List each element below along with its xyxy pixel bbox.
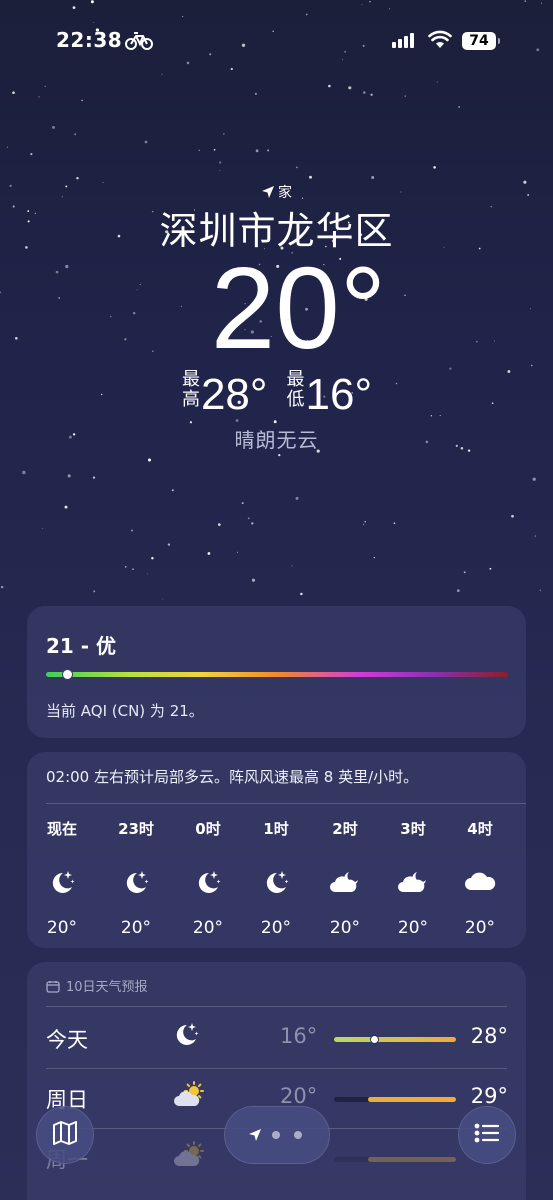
hour-item: 现在 20° xyxy=(28,818,96,938)
temperature-range-fill xyxy=(368,1097,456,1102)
air-quality-card[interactable]: 21 - 优 当前 AQI (CN) 为 21。 xyxy=(27,606,526,738)
location-arrow-icon xyxy=(248,1127,262,1146)
hour-label: 现在 xyxy=(46,820,77,838)
hour-label: 4时 xyxy=(467,820,493,838)
daily-forecast-title: 10日天气预报 xyxy=(66,980,148,995)
hour-item: 23时 20° xyxy=(102,818,170,938)
map-button[interactable] xyxy=(36,1106,94,1164)
day-high-temperature: 29° xyxy=(470,1084,508,1108)
hour-temperature: 20° xyxy=(192,918,224,938)
hour-temperature: 20° xyxy=(46,918,78,938)
hour-item: 2时 20° xyxy=(311,818,379,938)
low-temperature: 16° xyxy=(305,370,373,419)
hour-temperature: 20° xyxy=(464,918,496,938)
daily-forecast-header: 10日天气预报 xyxy=(46,976,148,997)
hour-temperature: 20° xyxy=(329,918,361,938)
list-icon xyxy=(473,1121,501,1149)
wifi-icon xyxy=(428,30,452,54)
divider xyxy=(46,1006,507,1007)
page-control[interactable] xyxy=(224,1106,330,1164)
temperature-range-fill xyxy=(334,1037,456,1042)
cloud-icon xyxy=(446,868,514,900)
hour-label: 3时 xyxy=(400,820,426,838)
daily-row[interactable]: 今天 16° 28° xyxy=(46,1018,508,1058)
cloud-sun-icon xyxy=(172,1140,208,1174)
cloud-moon-icon xyxy=(379,868,447,900)
hour-item: 4时 20° xyxy=(446,818,514,938)
low-label: 最低 xyxy=(286,369,305,410)
moon-stars-icon xyxy=(172,1020,200,1052)
hourly-summary: 02:00 左右预计局部多云。阵风风速最高 8 英里/小时。 xyxy=(46,768,419,786)
day-high-temperature: 28° xyxy=(470,1024,508,1048)
day-low-temperature: 20° xyxy=(280,1084,318,1108)
temperature-range-fill xyxy=(368,1157,456,1162)
page-dot[interactable] xyxy=(294,1131,302,1139)
hour-label: 0时 xyxy=(195,820,221,838)
hour-temperature: 20° xyxy=(397,918,429,938)
calendar-icon xyxy=(46,980,60,997)
battery-indicator: 74 xyxy=(462,32,500,50)
high-label: 最高 xyxy=(181,369,200,410)
day-low-temperature: 16° xyxy=(280,1024,318,1048)
page-dot[interactable] xyxy=(272,1131,280,1139)
weather-condition: 晴朗无云 xyxy=(234,428,319,452)
aqi-scale-bar xyxy=(46,669,508,680)
current-temperature: 20° xyxy=(210,243,387,373)
divider xyxy=(46,803,526,804)
daily-forecast-card[interactable]: 10日天气预报 今天16°28°周日20°29°周一 xyxy=(27,962,526,1200)
hour-label: 1时 xyxy=(263,820,289,838)
temperature-range-bar xyxy=(334,1097,456,1102)
hour-label: 23时 xyxy=(118,820,154,838)
hour-temperature: 20° xyxy=(260,918,292,938)
status-bar: 22:38 74 xyxy=(0,28,553,56)
day-name: 今天 xyxy=(46,1028,88,1052)
hourly-forecast-card[interactable]: 02:00 左右预计局部多云。阵风风速最高 8 英里/小时。 现在 20° 23时 2… xyxy=(27,752,526,948)
hour-temperature: 20° xyxy=(120,918,152,938)
hour-item: 3时 20° xyxy=(379,818,447,938)
status-time: 22:38 xyxy=(56,28,123,52)
cloud-moon-icon xyxy=(311,868,379,900)
bicycle-icon xyxy=(124,30,154,56)
cloud-sun-icon xyxy=(172,1080,208,1114)
aqi-indicator xyxy=(61,669,73,680)
aqi-title: 21 - 优 xyxy=(46,634,117,658)
map-icon xyxy=(51,1119,79,1151)
temperature-range-bar xyxy=(334,1157,456,1162)
hour-item: 0时 20° xyxy=(174,818,242,938)
moon-stars-icon xyxy=(242,868,310,900)
location-tag-label: 家 xyxy=(278,185,292,201)
aqi-description: 当前 AQI (CN) 为 21。 xyxy=(46,702,204,720)
temperature-range-bar xyxy=(334,1035,456,1044)
location-list-button[interactable] xyxy=(458,1106,516,1164)
moon-stars-icon xyxy=(28,868,96,900)
high-low-temperatures: 最高28° 最低16° xyxy=(0,370,553,420)
moon-stars-icon xyxy=(102,868,170,900)
divider xyxy=(46,1068,507,1069)
hour-label: 2时 xyxy=(332,820,358,838)
hour-item: 1时 20° xyxy=(242,818,310,938)
moon-stars-icon xyxy=(174,868,242,900)
current-temperature-marker xyxy=(370,1035,380,1044)
high-temperature: 28° xyxy=(200,370,268,419)
cellular-signal-icon xyxy=(392,33,414,48)
